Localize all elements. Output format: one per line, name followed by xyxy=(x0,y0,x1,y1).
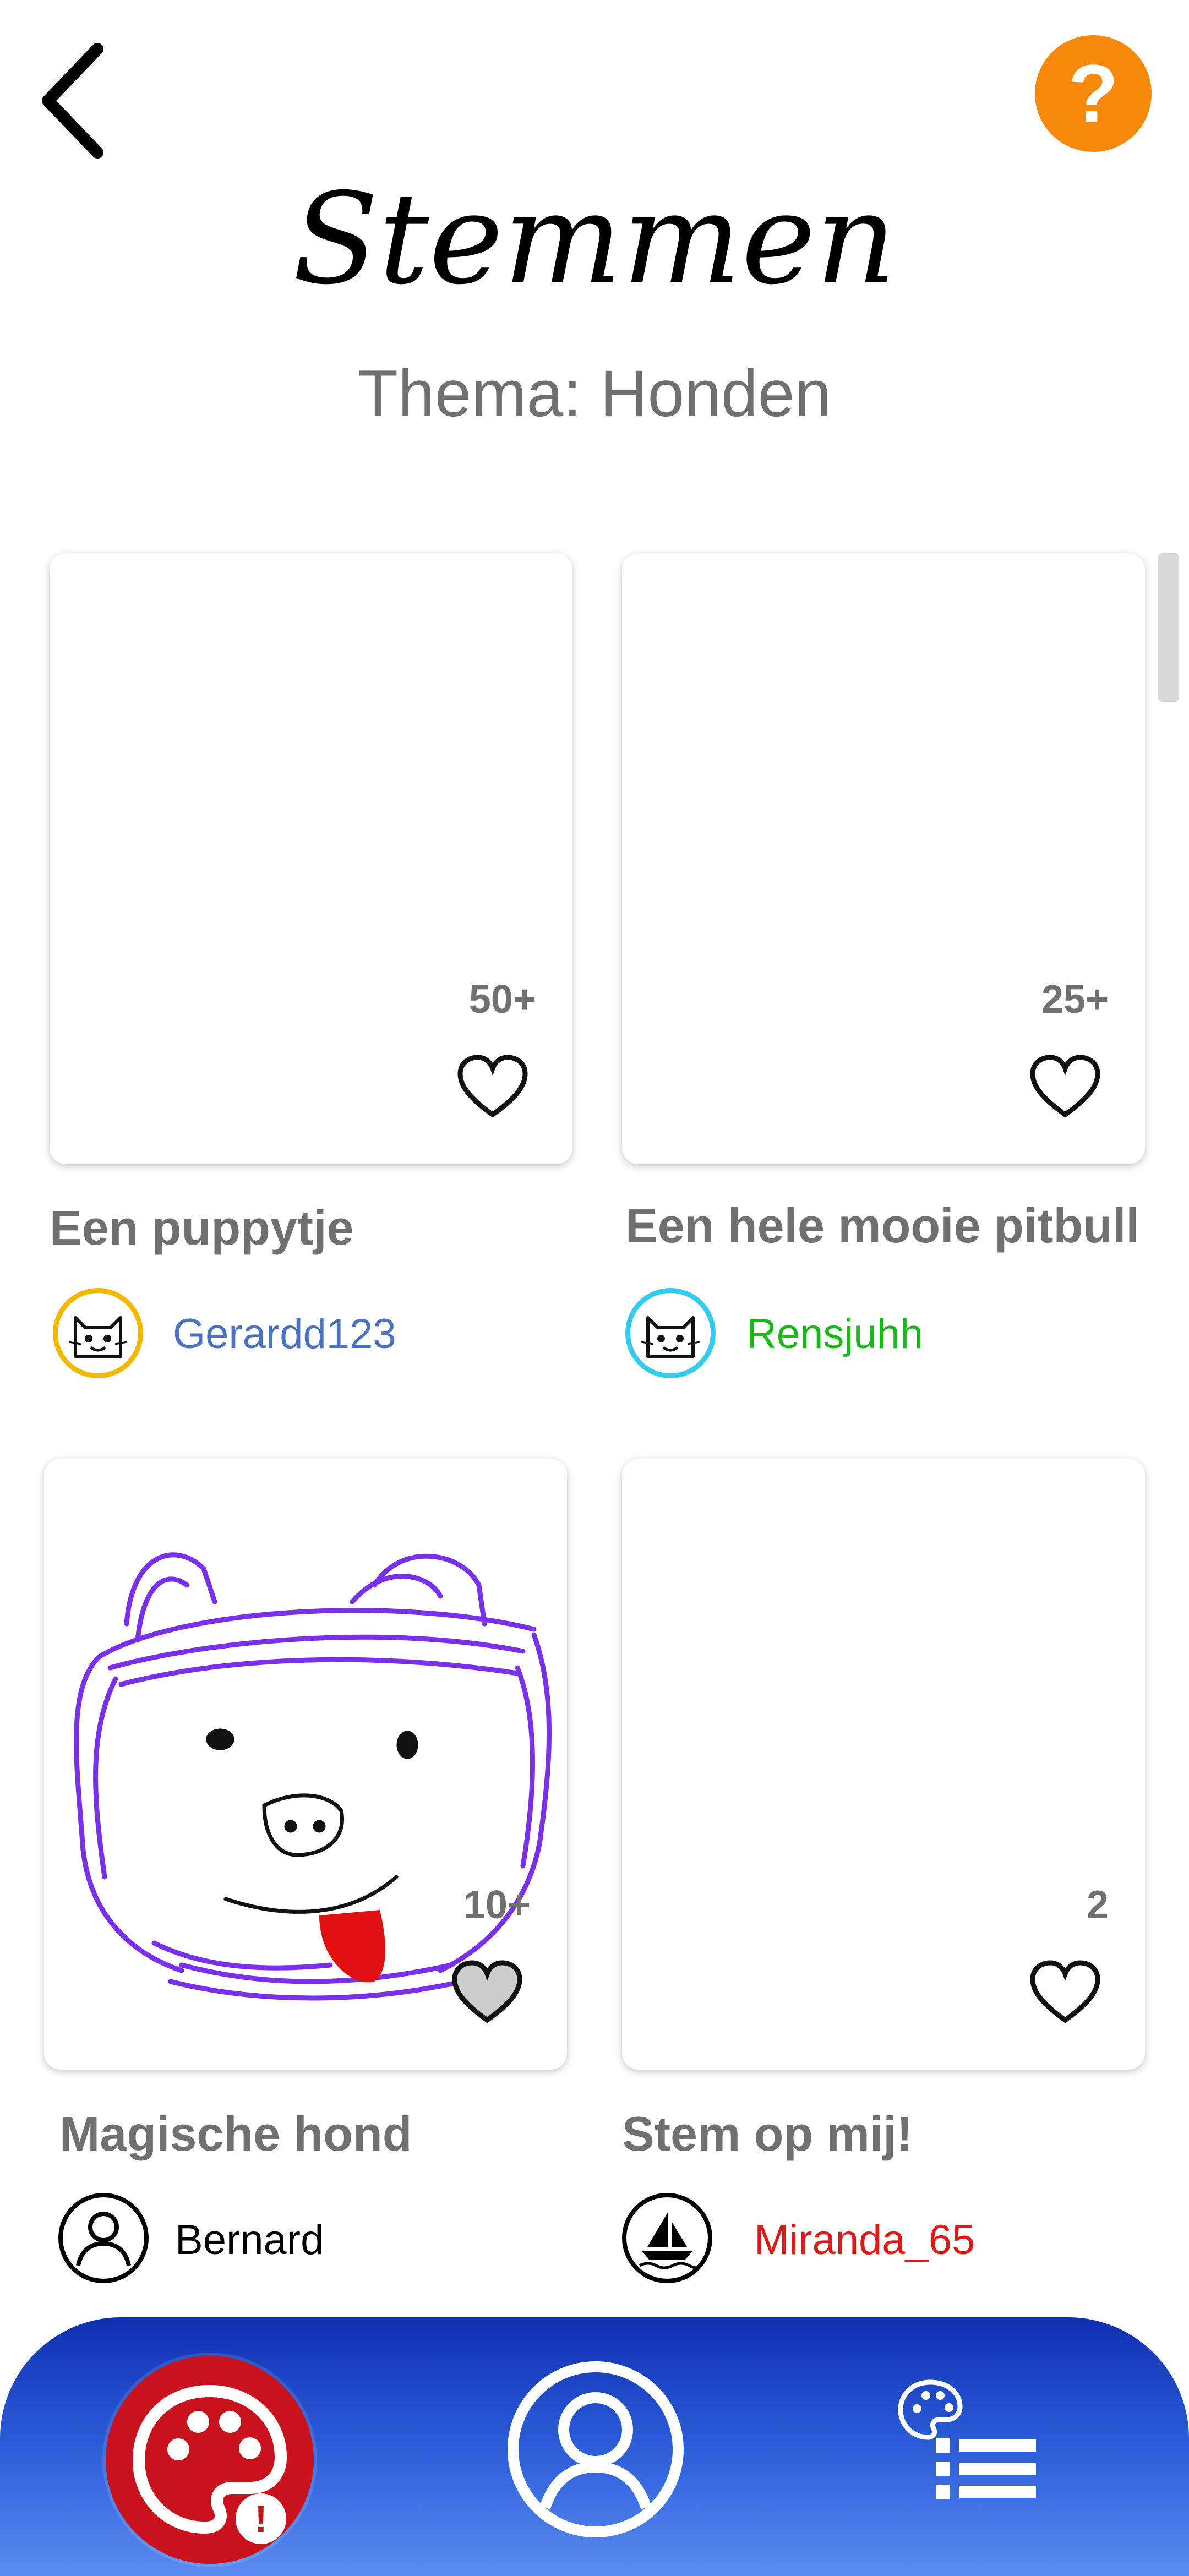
vote-count: 50+ xyxy=(468,978,536,1022)
drawing-card[interactable]: 25+ xyxy=(622,553,1145,1164)
author-name[interactable]: Miranda_65 xyxy=(754,2216,975,2264)
heart-icon[interactable] xyxy=(457,1054,528,1120)
vote-count: 10+ xyxy=(463,1883,531,1927)
author-name[interactable]: Bernard xyxy=(175,2216,324,2264)
draw-alert-badge: ! xyxy=(254,2497,267,2540)
author-avatar[interactable] xyxy=(625,1288,716,1378)
chevron-left-icon xyxy=(42,43,103,159)
heart-icon[interactable] xyxy=(1029,1960,1101,2026)
drawing-card[interactable]: 2 xyxy=(622,1459,1145,2070)
draw-nav-button[interactable]: ! xyxy=(106,2356,314,2564)
author-avatar[interactable] xyxy=(622,2193,712,2283)
drawing-card[interactable]: 50+ xyxy=(50,553,572,1164)
entry-title: Een hele mooie pitbull xyxy=(625,1198,1139,1253)
vote-count: 25+ xyxy=(1041,978,1109,1022)
gallery-list-nav-button[interactable] xyxy=(897,2378,1040,2504)
help-button[interactable]: ? xyxy=(1035,35,1152,152)
heart-icon[interactable] xyxy=(1029,1054,1101,1120)
author-avatar[interactable] xyxy=(53,1288,143,1378)
sailboat-avatar-icon xyxy=(639,2212,700,2269)
palette-list-icon xyxy=(898,2379,1036,2499)
profile-nav-button[interactable] xyxy=(505,2359,686,2540)
back-button[interactable] xyxy=(33,39,110,165)
vote-count: 2 xyxy=(1086,1883,1109,1927)
page-title: Stemmen xyxy=(292,166,897,312)
entry-title: Een puppytje xyxy=(50,1200,354,1255)
user-avatar-icon xyxy=(76,2212,131,2266)
help-icon: ? xyxy=(1068,47,1119,140)
heart-icon[interactable] xyxy=(451,1960,523,2026)
author-name[interactable]: Gerardd123 xyxy=(173,1310,396,1358)
author-avatar[interactable] xyxy=(58,2193,149,2283)
theme-subtitle: Thema: Honden xyxy=(357,357,832,430)
entry-title: Magische hond xyxy=(59,2106,412,2161)
palette-icon: ! xyxy=(133,2385,287,2544)
profile-icon xyxy=(508,2361,684,2537)
scrollbar-thumb[interactable] xyxy=(1158,553,1179,702)
author-name[interactable]: Rensjuhh xyxy=(746,1310,923,1358)
cat-avatar-icon xyxy=(68,1316,128,1358)
cat-avatar-icon xyxy=(641,1316,700,1358)
entry-title: Stem op mij! xyxy=(622,2106,913,2161)
drawing-card[interactable]: 10+ xyxy=(44,1459,567,2070)
voting-screen: ? Stemmen Thema: Honden 50+ Een puppytje… xyxy=(0,0,1189,2576)
